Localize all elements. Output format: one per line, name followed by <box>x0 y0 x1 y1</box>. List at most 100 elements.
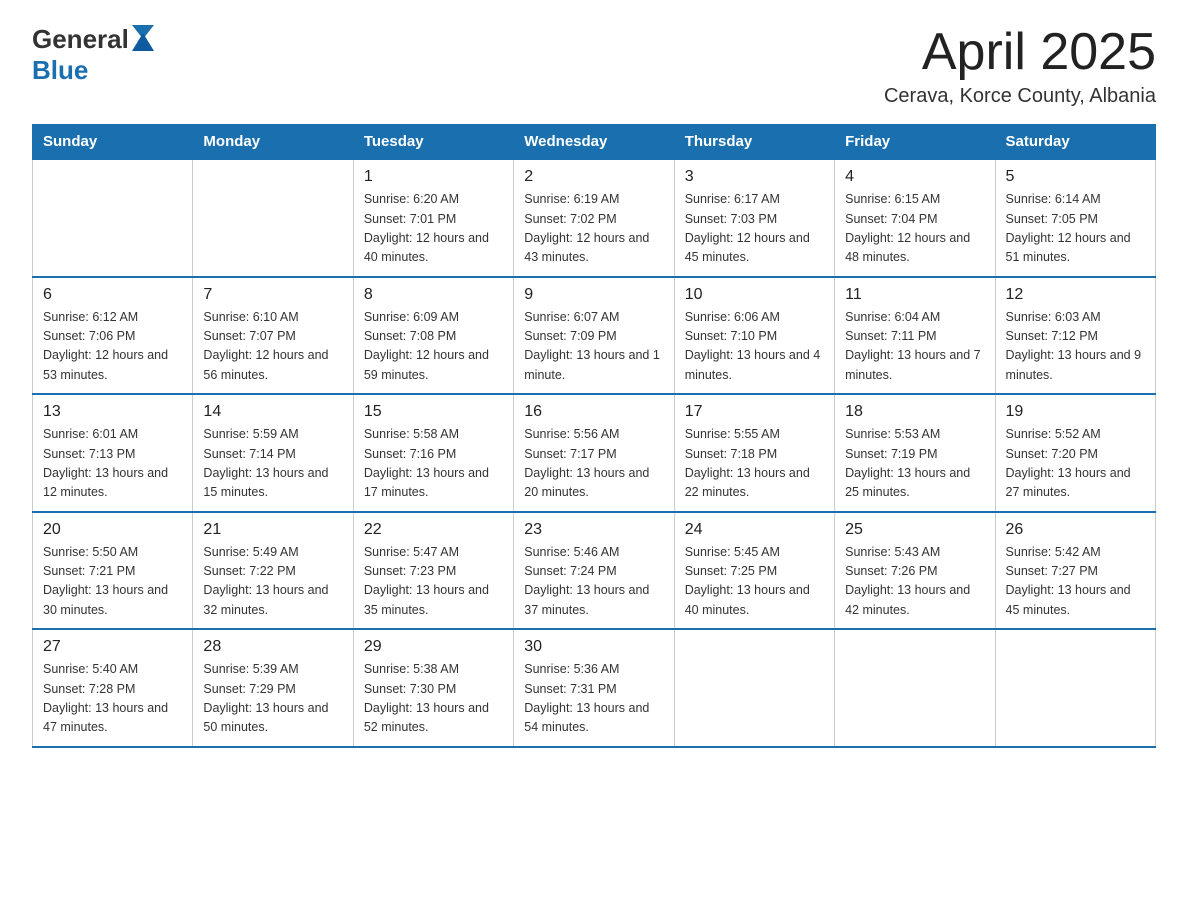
day-number: 28 <box>203 638 342 656</box>
day-number: 5 <box>1006 168 1145 186</box>
calendar-cell: 25 Sunrise: 5:43 AMSunset: 7:26 PMDayligh… <box>835 512 995 630</box>
day-number: 13 <box>43 403 182 421</box>
calendar-cell: 18 Sunrise: 5:53 AMSunset: 7:19 PMDayligh… <box>835 394 995 512</box>
day-info: Sunrise: 6:17 AMSunset: 7:03 PMDaylight:… <box>685 190 824 268</box>
calendar-cell: 5 Sunrise: 6:14 AMSunset: 7:05 PMDaylight… <box>995 159 1155 277</box>
day-number: 26 <box>1006 521 1145 539</box>
weekday-header-friday: Friday <box>835 125 995 160</box>
calendar-cell <box>33 159 193 277</box>
calendar-cell: 6Sunrise: 6:12 AMSunset: 7:06 PMDaylight… <box>33 277 193 395</box>
calendar-cell: 21Sunrise: 5:49 AMSunset: 7:22 PMDayligh… <box>193 512 353 630</box>
day-info: Sunrise: 6:20 AMSunset: 7:01 PMDaylight:… <box>364 190 503 268</box>
weekday-header-thursday: Thursday <box>674 125 834 160</box>
day-info: Sunrise: 6:12 AMSunset: 7:06 PMDaylight:… <box>43 308 182 386</box>
weekday-header-saturday: Saturday <box>995 125 1155 160</box>
day-number: 16 <box>524 403 663 421</box>
day-info: Sunrise: 5:58 AMSunset: 7:16 PMDaylight:… <box>364 425 503 503</box>
calendar-cell: 26 Sunrise: 5:42 AMSunset: 7:27 PMDayligh… <box>995 512 1155 630</box>
calendar-cell: 10 Sunrise: 6:06 AMSunset: 7:10 PMDayligh… <box>674 277 834 395</box>
day-number: 21 <box>203 521 342 539</box>
day-info: Sunrise: 5:46 AMSunset: 7:24 PMDaylight:… <box>524 543 663 621</box>
calendar-cell: 19Sunrise: 5:52 AMSunset: 7:20 PMDayligh… <box>995 394 1155 512</box>
calendar-week-row: 6Sunrise: 6:12 AMSunset: 7:06 PMDaylight… <box>33 277 1156 395</box>
day-info: Sunrise: 5:38 AMSunset: 7:30 PMDaylight:… <box>364 660 503 738</box>
calendar-cell: 15 Sunrise: 5:58 AMSunset: 7:16 PMDayligh… <box>353 394 513 512</box>
weekday-header-wednesday: Wednesday <box>514 125 674 160</box>
weekday-header-tuesday: Tuesday <box>353 125 513 160</box>
day-info: Sunrise: 5:36 AMSunset: 7:31 PMDaylight:… <box>524 660 663 738</box>
calendar-cell: 20 Sunrise: 5:50 AMSunset: 7:21 PMDayligh… <box>33 512 193 630</box>
calendar-cell: 1 Sunrise: 6:20 AMSunset: 7:01 PMDaylight… <box>353 159 513 277</box>
calendar-cell: 3 Sunrise: 6:17 AMSunset: 7:03 PMDaylight… <box>674 159 834 277</box>
title-block: April 2025 Cerava, Korce County, Albania <box>884 24 1156 108</box>
weekday-header-row: SundayMondayTuesdayWednesdayThursdayFrid… <box>33 125 1156 160</box>
calendar-subtitle: Cerava, Korce County, Albania <box>884 85 1156 108</box>
day-info: Sunrise: 5:50 AMSunset: 7:21 PMDaylight:… <box>43 543 182 621</box>
day-number: 9 <box>524 286 663 304</box>
day-number: 1 <box>364 168 503 186</box>
calendar-cell: 17 Sunrise: 5:55 AMSunset: 7:18 PMDayligh… <box>674 394 834 512</box>
day-number: 30 <box>524 638 663 656</box>
day-info: Sunrise: 6:03 AMSunset: 7:12 PMDaylight:… <box>1006 308 1145 386</box>
calendar-table: SundayMondayTuesdayWednesdayThursdayFrid… <box>32 124 1156 748</box>
calendar-cell <box>674 629 834 747</box>
day-info: Sunrise: 6:10 AMSunset: 7:07 PMDaylight:… <box>203 308 342 386</box>
logo-general: General <box>32 24 129 55</box>
day-number: 12 <box>1006 286 1145 304</box>
weekday-header-sunday: Sunday <box>33 125 193 160</box>
day-info: Sunrise: 5:40 AMSunset: 7:28 PMDaylight:… <box>43 660 182 738</box>
calendar-cell <box>193 159 353 277</box>
day-number: 24 <box>685 521 824 539</box>
calendar-cell: 29Sunrise: 5:38 AMSunset: 7:30 PMDayligh… <box>353 629 513 747</box>
calendar-cell: 22 Sunrise: 5:47 AMSunset: 7:23 PMDayligh… <box>353 512 513 630</box>
weekday-header-monday: Monday <box>193 125 353 160</box>
day-number: 7 <box>203 286 342 304</box>
calendar-week-row: 20 Sunrise: 5:50 AMSunset: 7:21 PMDayligh… <box>33 512 1156 630</box>
day-number: 3 <box>685 168 824 186</box>
calendar-cell: 27Sunrise: 5:40 AMSunset: 7:28 PMDayligh… <box>33 629 193 747</box>
calendar-cell: 16Sunrise: 5:56 AMSunset: 7:17 PMDayligh… <box>514 394 674 512</box>
day-number: 18 <box>845 403 984 421</box>
day-info: Sunrise: 5:39 AMSunset: 7:29 PMDaylight:… <box>203 660 342 738</box>
day-info: Sunrise: 6:06 AMSunset: 7:10 PMDaylight:… <box>685 308 824 386</box>
calendar-cell: 13Sunrise: 6:01 AMSunset: 7:13 PMDayligh… <box>33 394 193 512</box>
day-number: 2 <box>524 168 663 186</box>
calendar-title: April 2025 <box>884 24 1156 81</box>
calendar-cell: 2Sunrise: 6:19 AMSunset: 7:02 PMDaylight… <box>514 159 674 277</box>
calendar-cell <box>995 629 1155 747</box>
calendar-cell: 9 Sunrise: 6:07 AMSunset: 7:09 PMDaylight… <box>514 277 674 395</box>
day-number: 8 <box>364 286 503 304</box>
day-number: 19 <box>1006 403 1145 421</box>
day-info: Sunrise: 6:07 AMSunset: 7:09 PMDaylight:… <box>524 308 663 386</box>
calendar-week-row: 13Sunrise: 6:01 AMSunset: 7:13 PMDayligh… <box>33 394 1156 512</box>
day-number: 22 <box>364 521 503 539</box>
day-number: 17 <box>685 403 824 421</box>
day-info: Sunrise: 5:43 AMSunset: 7:26 PMDaylight:… <box>845 543 984 621</box>
day-number: 15 <box>364 403 503 421</box>
logo-icon <box>132 25 154 51</box>
calendar-cell: 7 Sunrise: 6:10 AMSunset: 7:07 PMDaylight… <box>193 277 353 395</box>
calendar-cell: 23 Sunrise: 5:46 AMSunset: 7:24 PMDayligh… <box>514 512 674 630</box>
logo: GeneralBlue <box>32 24 154 86</box>
day-number: 20 <box>43 521 182 539</box>
day-info: Sunrise: 6:14 AMSunset: 7:05 PMDaylight:… <box>1006 190 1145 268</box>
calendar-cell: 30 Sunrise: 5:36 AMSunset: 7:31 PMDayligh… <box>514 629 674 747</box>
day-info: Sunrise: 6:04 AMSunset: 7:11 PMDaylight:… <box>845 308 984 386</box>
day-number: 23 <box>524 521 663 539</box>
day-number: 4 <box>845 168 984 186</box>
day-info: Sunrise: 5:42 AMSunset: 7:27 PMDaylight:… <box>1006 543 1145 621</box>
day-number: 14 <box>203 403 342 421</box>
calendar-week-row: 1 Sunrise: 6:20 AMSunset: 7:01 PMDaylight… <box>33 159 1156 277</box>
day-info: Sunrise: 5:47 AMSunset: 7:23 PMDaylight:… <box>364 543 503 621</box>
day-info: Sunrise: 5:55 AMSunset: 7:18 PMDaylight:… <box>685 425 824 503</box>
day-info: Sunrise: 5:53 AMSunset: 7:19 PMDaylight:… <box>845 425 984 503</box>
day-info: Sunrise: 5:59 AMSunset: 7:14 PMDaylight:… <box>203 425 342 503</box>
calendar-cell: 8Sunrise: 6:09 AMSunset: 7:08 PMDaylight… <box>353 277 513 395</box>
calendar-cell: 14 Sunrise: 5:59 AMSunset: 7:14 PMDayligh… <box>193 394 353 512</box>
day-number: 25 <box>845 521 984 539</box>
day-number: 10 <box>685 286 824 304</box>
calendar-cell <box>835 629 995 747</box>
page-header: GeneralBlue April 2025 Cerava, Korce Cou… <box>32 24 1156 108</box>
calendar-cell: 28 Sunrise: 5:39 AMSunset: 7:29 PMDayligh… <box>193 629 353 747</box>
day-number: 11 <box>845 286 984 304</box>
